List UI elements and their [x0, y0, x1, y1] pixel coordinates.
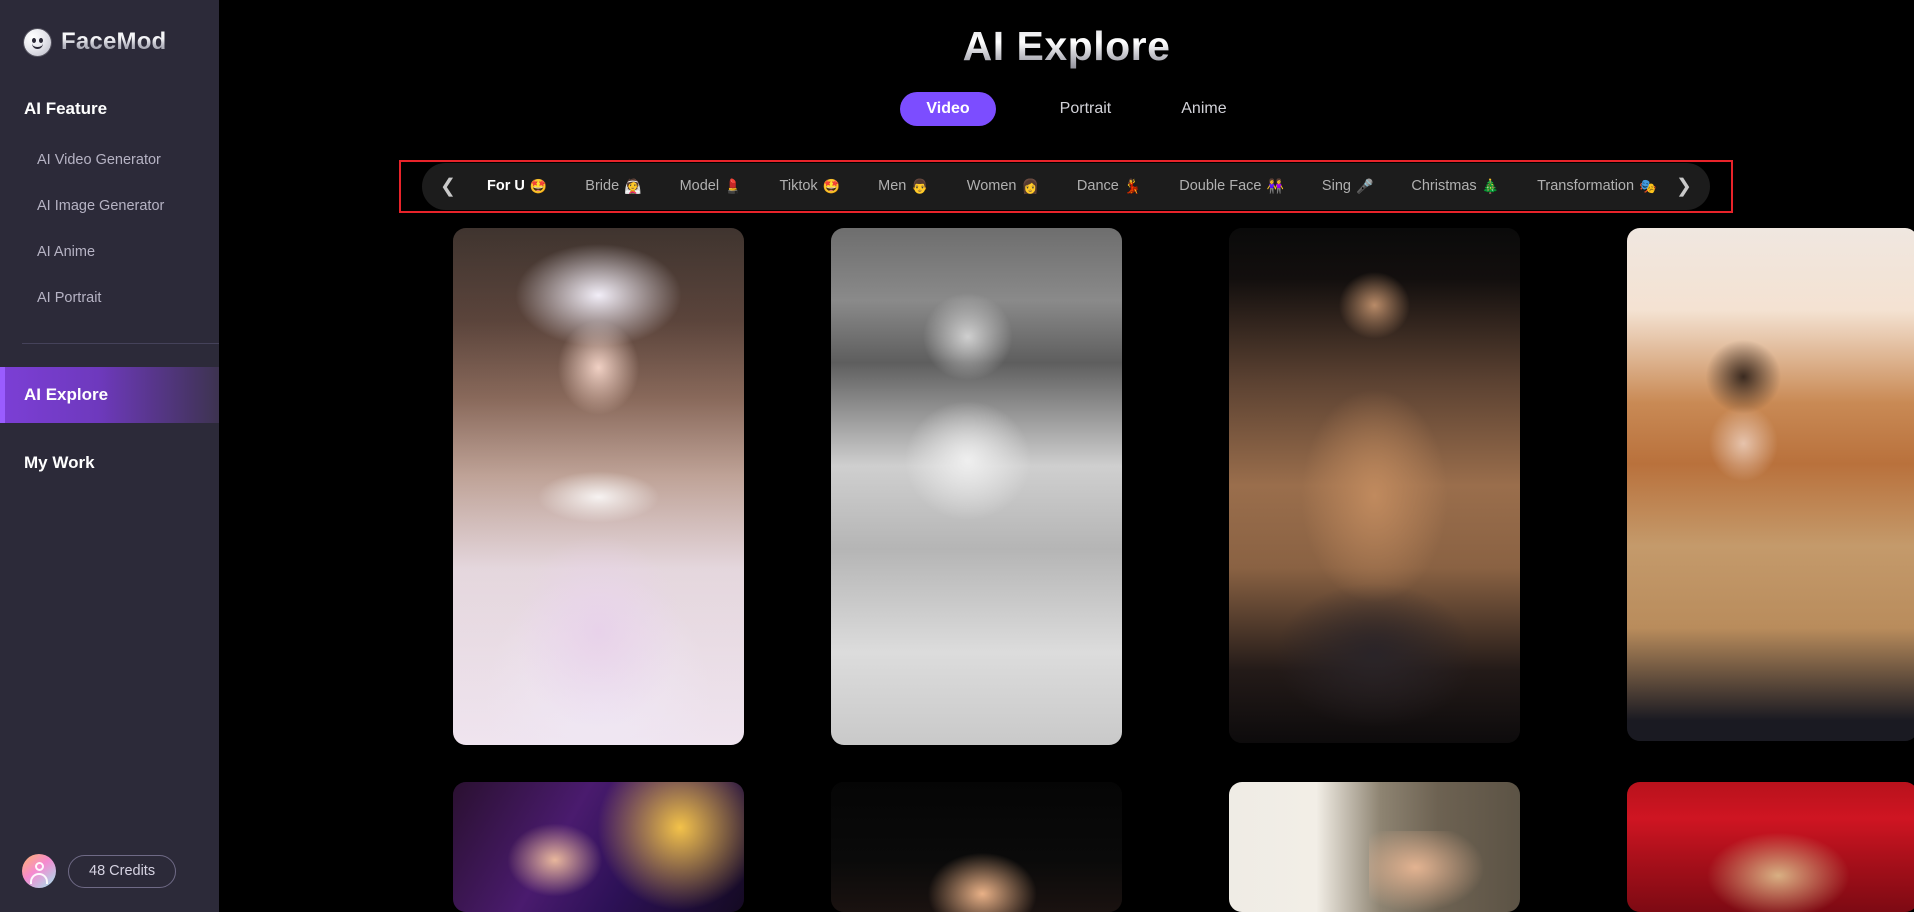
- category-emoji: 🎭: [1639, 178, 1657, 194]
- gallery-card[interactable]: [1627, 228, 1914, 741]
- tab-anime[interactable]: Anime: [1175, 92, 1232, 126]
- category-emoji: 👩: [1021, 178, 1039, 194]
- category-chip-dance[interactable]: Dance 💃: [1058, 163, 1160, 210]
- user-avatar-icon[interactable]: [22, 854, 56, 888]
- category-label: Model: [679, 178, 720, 194]
- category-emoji: 🎤: [1355, 178, 1374, 194]
- gallery-thumbnail: [453, 228, 744, 745]
- content-type-tabs: Video Portrait Anime: [219, 92, 1914, 126]
- sidebar-section-title: AI Feature: [24, 99, 108, 118]
- gallery-thumbnail: [453, 782, 744, 912]
- category-chip-bride[interactable]: Bride 👰: [566, 163, 660, 210]
- category-chip-sing[interactable]: Sing 🎤: [1303, 163, 1392, 210]
- category-chip-men[interactable]: Men 👨: [859, 163, 948, 210]
- sidebar-item-label: My Work: [24, 453, 95, 472]
- sidebar-item-ai-anime[interactable]: AI Anime: [0, 229, 219, 275]
- main-content: AI Explore Video Portrait Anime ❮ For U …: [219, 0, 1914, 912]
- category-label: Men: [878, 178, 907, 194]
- category-emoji: 💃: [1123, 178, 1142, 194]
- gallery-card[interactable]: [1229, 782, 1520, 912]
- gallery-card[interactable]: [1627, 782, 1914, 912]
- category-label: Transformation: [1537, 178, 1635, 194]
- gallery-card[interactable]: [453, 228, 744, 745]
- tab-portrait[interactable]: Portrait: [1054, 92, 1118, 126]
- category-label: Double Face: [1179, 178, 1262, 194]
- gallery-thumbnail: [831, 782, 1122, 912]
- sidebar-item-ai-portrait[interactable]: AI Portrait: [0, 275, 219, 321]
- category-chip-transformation[interactable]: Transformation 🎭: [1518, 163, 1664, 210]
- sidebar-divider: [22, 343, 219, 344]
- category-emoji: 👭: [1266, 178, 1284, 194]
- category-label: Christmas: [1411, 178, 1477, 194]
- gallery-grid-row-2: [433, 782, 1914, 912]
- sidebar: FaceMod AI Feature AI Video Generator AI…: [0, 0, 219, 912]
- credits-button[interactable]: 48 Credits: [68, 854, 177, 888]
- tab-video[interactable]: Video: [900, 92, 996, 126]
- category-chip-christmas[interactable]: Christmas 🎄: [1392, 163, 1518, 210]
- sidebar-item-my-work[interactable]: My Work: [0, 435, 219, 491]
- gallery-thumbnail: [831, 228, 1122, 745]
- gallery-card[interactable]: [453, 782, 744, 912]
- category-chip-double-face[interactable]: Double Face 👭: [1160, 163, 1303, 210]
- gallery-thumbnail: [1229, 228, 1520, 743]
- sidebar-item-ai-explore[interactable]: AI Explore: [0, 367, 219, 423]
- page-title: AI Explore: [219, 23, 1914, 70]
- category-chip-model[interactable]: Model 💄: [661, 163, 761, 210]
- category-emoji: 🤩: [822, 178, 841, 194]
- category-emoji: 🤩: [529, 178, 548, 194]
- chevron-left-icon[interactable]: ❮: [428, 163, 468, 210]
- sidebar-footer: 48 Credits: [0, 854, 219, 912]
- sidebar-feature-list: AI Video Generator AI Image Generator AI…: [0, 137, 219, 321]
- brand-logo[interactable]: FaceMod: [0, 0, 219, 62]
- gallery-thumbnail: [1627, 782, 1914, 912]
- face-circle-icon: [24, 28, 51, 56]
- category-chip-list: For U 🤩 Bride 👰 Model 💄 Tiktok 🤩 Men 👨 W…: [468, 163, 1664, 210]
- category-filter-annotation: ❮ For U 🤩 Bride 👰 Model 💄 Tiktok 🤩 Men 👨…: [399, 160, 1733, 213]
- category-label: Bride: [585, 178, 620, 194]
- gallery-card[interactable]: [1229, 228, 1520, 743]
- gallery-card[interactable]: [831, 228, 1122, 745]
- category-emoji: 🎄: [1481, 178, 1500, 194]
- category-emoji: 👰: [624, 178, 642, 194]
- brand-name: FaceMod: [61, 28, 167, 55]
- gallery-thumbnail: [1229, 782, 1520, 912]
- gallery-card[interactable]: [831, 782, 1122, 912]
- sidebar-item-ai-image-generator[interactable]: AI Image Generator: [0, 183, 219, 229]
- category-emoji: 👨: [911, 178, 929, 194]
- category-chip-tiktok[interactable]: Tiktok 🤩: [761, 163, 860, 210]
- category-chip-women[interactable]: Women 👩: [948, 163, 1058, 210]
- sidebar-item-label: AI Explore: [24, 385, 109, 404]
- category-filter-bar: ❮ For U 🤩 Bride 👰 Model 💄 Tiktok 🤩 Men 👨…: [422, 163, 1710, 210]
- app-root: FaceMod AI Feature AI Video Generator AI…: [0, 0, 1914, 912]
- sidebar-item-ai-video-generator[interactable]: AI Video Generator: [0, 137, 219, 183]
- gallery-grid-row-1: [433, 228, 1914, 745]
- category-emoji: 💄: [724, 178, 742, 194]
- category-label: For U: [487, 178, 525, 194]
- chevron-right-icon[interactable]: ❯: [1664, 163, 1704, 210]
- category-label: Dance: [1076, 178, 1119, 194]
- gallery-thumbnail: [1627, 228, 1914, 741]
- category-label: Tiktok: [779, 178, 818, 194]
- category-label: Sing: [1321, 178, 1351, 194]
- category-label: Women: [966, 178, 1017, 194]
- category-chip-for-u[interactable]: For U 🤩: [468, 163, 566, 210]
